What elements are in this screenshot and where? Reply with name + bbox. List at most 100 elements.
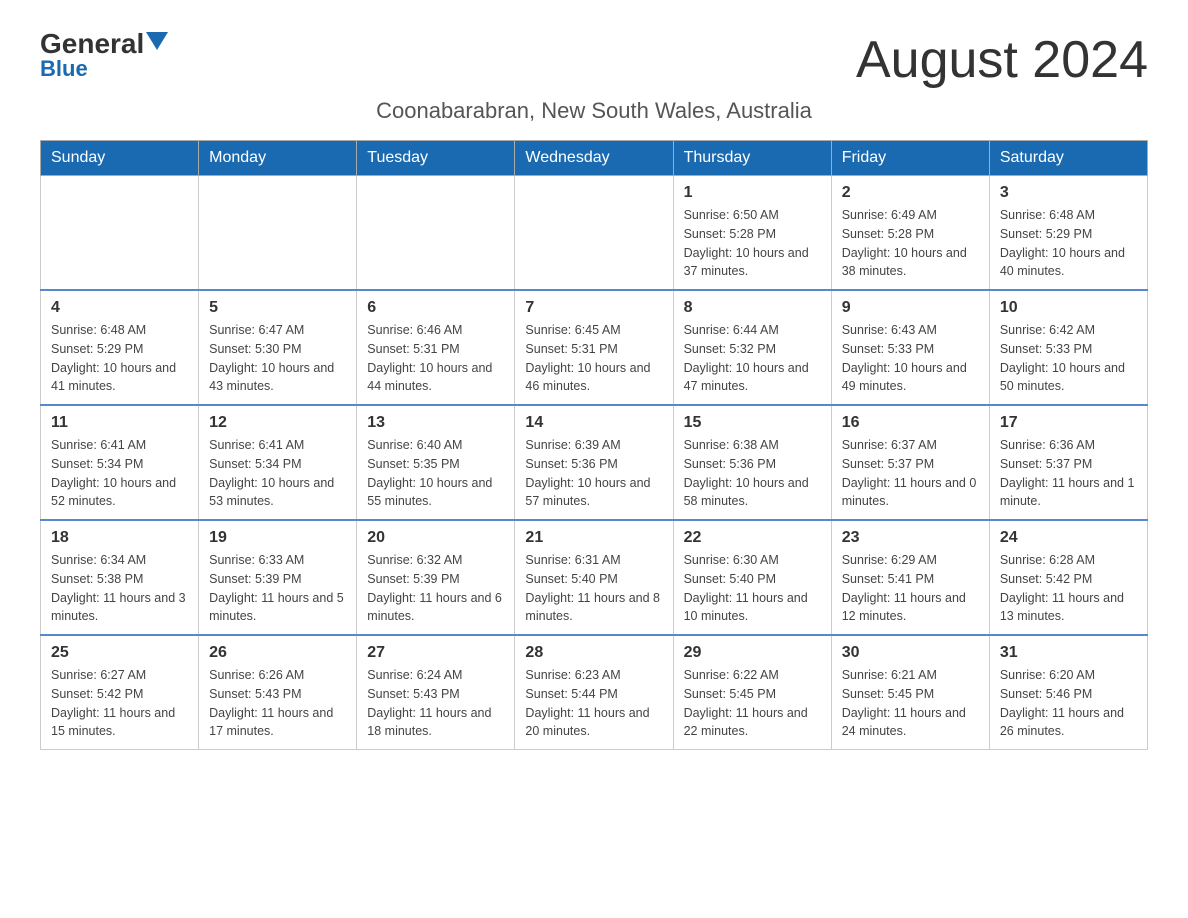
day-number: 29 (684, 644, 821, 662)
day-number: 1 (684, 184, 821, 202)
day-number: 16 (842, 414, 979, 432)
logo-text-general: General (40, 30, 144, 58)
calendar-header-row: SundayMondayTuesdayWednesdayThursdayFrid… (41, 141, 1148, 176)
calendar-cell: 30 Sunrise: 6:21 AM Sunset: 5:45 PM Dayli… (831, 635, 989, 750)
calendar-cell: 20Sunrise: 6:32 AM Sunset: 5:39 PM Dayli… (357, 520, 515, 635)
day-info: Sunrise: 6:50 AM Sunset: 5:28 PM Dayligh… (684, 206, 821, 281)
calendar-cell: 12 Sunrise: 6:41 AM Sunset: 5:34 PM Dayli… (199, 405, 357, 520)
calendar-cell: 8 Sunrise: 6:44 AM Sunset: 5:32 PM Daylig… (673, 290, 831, 405)
day-number: 28 (525, 644, 662, 662)
day-number: 24 (1000, 529, 1137, 547)
day-number: 5 (209, 299, 346, 317)
day-number: 23 (842, 529, 979, 547)
calendar-cell (41, 176, 199, 291)
day-info: Sunrise: 6:38 AM Sunset: 5:36 PM Dayligh… (684, 436, 821, 511)
day-info: Sunrise: 6:44 AM Sunset: 5:32 PM Dayligh… (684, 321, 821, 396)
header-saturday: Saturday (989, 141, 1147, 176)
day-number: 18 (51, 529, 188, 547)
calendar-cell: 27Sunrise: 6:24 AM Sunset: 5:43 PM Dayli… (357, 635, 515, 750)
day-number: 26 (209, 644, 346, 662)
day-number: 13 (367, 414, 504, 432)
day-number: 21 (525, 529, 662, 547)
day-info: Sunrise: 6:37 AM Sunset: 5:37 PM Dayligh… (842, 436, 979, 511)
day-info: Sunrise: 6:22 AM Sunset: 5:45 PM Dayligh… (684, 666, 821, 741)
day-info: Sunrise: 6:48 AM Sunset: 5:29 PM Dayligh… (1000, 206, 1137, 281)
calendar-cell: 3Sunrise: 6:48 AM Sunset: 5:29 PM Daylig… (989, 176, 1147, 291)
day-info: Sunrise: 6:28 AM Sunset: 5:42 PM Dayligh… (1000, 551, 1137, 626)
day-info: Sunrise: 6:21 AM Sunset: 5:45 PM Dayligh… (842, 666, 979, 741)
day-info: Sunrise: 6:47 AM Sunset: 5:30 PM Dayligh… (209, 321, 346, 396)
day-number: 30 (842, 644, 979, 662)
calendar-cell: 5 Sunrise: 6:47 AM Sunset: 5:30 PM Daylig… (199, 290, 357, 405)
day-info: Sunrise: 6:41 AM Sunset: 5:34 PM Dayligh… (209, 436, 346, 511)
calendar-cell: 2 Sunrise: 6:49 AM Sunset: 5:28 PM Daylig… (831, 176, 989, 291)
calendar-cell: 21 Sunrise: 6:31 AM Sunset: 5:40 PM Dayli… (515, 520, 673, 635)
day-info: Sunrise: 6:20 AM Sunset: 5:46 PM Dayligh… (1000, 666, 1137, 741)
calendar-cell: 11 Sunrise: 6:41 AM Sunset: 5:34 PM Dayli… (41, 405, 199, 520)
header-wednesday: Wednesday (515, 141, 673, 176)
day-number: 12 (209, 414, 346, 432)
day-number: 20 (367, 529, 504, 547)
week-row-3: 11 Sunrise: 6:41 AM Sunset: 5:34 PM Dayli… (41, 405, 1148, 520)
calendar-cell (515, 176, 673, 291)
calendar-cell: 9Sunrise: 6:43 AM Sunset: 5:33 PM Daylig… (831, 290, 989, 405)
calendar-cell: 28 Sunrise: 6:23 AM Sunset: 5:44 PM Dayli… (515, 635, 673, 750)
calendar-cell: 25 Sunrise: 6:27 AM Sunset: 5:42 PM Dayli… (41, 635, 199, 750)
day-number: 25 (51, 644, 188, 662)
day-info: Sunrise: 6:45 AM Sunset: 5:31 PM Dayligh… (525, 321, 662, 396)
logo-text-blue: Blue (40, 56, 88, 82)
day-number: 6 (367, 299, 504, 317)
day-number: 14 (525, 414, 662, 432)
day-info: Sunrise: 6:49 AM Sunset: 5:28 PM Dayligh… (842, 206, 979, 281)
calendar-cell: 1 Sunrise: 6:50 AM Sunset: 5:28 PM Daylig… (673, 176, 831, 291)
calendar-cell: 15 Sunrise: 6:38 AM Sunset: 5:36 PM Dayli… (673, 405, 831, 520)
day-number: 8 (684, 299, 821, 317)
calendar-cell (199, 176, 357, 291)
week-row-5: 25 Sunrise: 6:27 AM Sunset: 5:42 PM Dayli… (41, 635, 1148, 750)
day-info: Sunrise: 6:36 AM Sunset: 5:37 PM Dayligh… (1000, 436, 1137, 511)
calendar-cell: 29 Sunrise: 6:22 AM Sunset: 5:45 PM Dayli… (673, 635, 831, 750)
calendar-cell: 6 Sunrise: 6:46 AM Sunset: 5:31 PM Daylig… (357, 290, 515, 405)
day-info: Sunrise: 6:27 AM Sunset: 5:42 PM Dayligh… (51, 666, 188, 741)
week-row-2: 4Sunrise: 6:48 AM Sunset: 5:29 PM Daylig… (41, 290, 1148, 405)
logo: General Blue (40, 30, 168, 82)
day-number: 7 (525, 299, 662, 317)
day-info: Sunrise: 6:33 AM Sunset: 5:39 PM Dayligh… (209, 551, 346, 626)
calendar-cell (357, 176, 515, 291)
header-thursday: Thursday (673, 141, 831, 176)
header-tuesday: Tuesday (357, 141, 515, 176)
header-sunday: Sunday (41, 141, 199, 176)
day-number: 15 (684, 414, 821, 432)
day-info: Sunrise: 6:24 AM Sunset: 5:43 PM Dayligh… (367, 666, 504, 741)
day-info: Sunrise: 6:46 AM Sunset: 5:31 PM Dayligh… (367, 321, 504, 396)
day-number: 31 (1000, 644, 1137, 662)
week-row-4: 18Sunrise: 6:34 AM Sunset: 5:38 PM Dayli… (41, 520, 1148, 635)
day-number: 19 (209, 529, 346, 547)
week-row-1: 1 Sunrise: 6:50 AM Sunset: 5:28 PM Daylig… (41, 176, 1148, 291)
calendar-cell: 31 Sunrise: 6:20 AM Sunset: 5:46 PM Dayli… (989, 635, 1147, 750)
calendar-cell: 4Sunrise: 6:48 AM Sunset: 5:29 PM Daylig… (41, 290, 199, 405)
location-title: Coonabarabran, New South Wales, Australi… (40, 98, 1148, 124)
day-info: Sunrise: 6:23 AM Sunset: 5:44 PM Dayligh… (525, 666, 662, 741)
page-header: General Blue August 2024 (40, 30, 1148, 90)
day-info: Sunrise: 6:30 AM Sunset: 5:40 PM Dayligh… (684, 551, 821, 626)
day-number: 17 (1000, 414, 1137, 432)
calendar-cell: 23 Sunrise: 6:29 AM Sunset: 5:41 PM Dayli… (831, 520, 989, 635)
month-title: August 2024 (856, 30, 1148, 90)
day-info: Sunrise: 6:48 AM Sunset: 5:29 PM Dayligh… (51, 321, 188, 396)
day-info: Sunrise: 6:31 AM Sunset: 5:40 PM Dayligh… (525, 551, 662, 626)
day-number: 22 (684, 529, 821, 547)
calendar-cell: 26Sunrise: 6:26 AM Sunset: 5:43 PM Dayli… (199, 635, 357, 750)
day-number: 9 (842, 299, 979, 317)
day-info: Sunrise: 6:41 AM Sunset: 5:34 PM Dayligh… (51, 436, 188, 511)
calendar-cell: 14Sunrise: 6:39 AM Sunset: 5:36 PM Dayli… (515, 405, 673, 520)
day-number: 11 (51, 414, 188, 432)
calendar-cell: 7 Sunrise: 6:45 AM Sunset: 5:31 PM Daylig… (515, 290, 673, 405)
logo-triangle-icon (146, 32, 168, 50)
day-number: 2 (842, 184, 979, 202)
calendar-cell: 18Sunrise: 6:34 AM Sunset: 5:38 PM Dayli… (41, 520, 199, 635)
day-info: Sunrise: 6:29 AM Sunset: 5:41 PM Dayligh… (842, 551, 979, 626)
calendar-cell: 13 Sunrise: 6:40 AM Sunset: 5:35 PM Dayli… (357, 405, 515, 520)
header-friday: Friday (831, 141, 989, 176)
day-info: Sunrise: 6:40 AM Sunset: 5:35 PM Dayligh… (367, 436, 504, 511)
